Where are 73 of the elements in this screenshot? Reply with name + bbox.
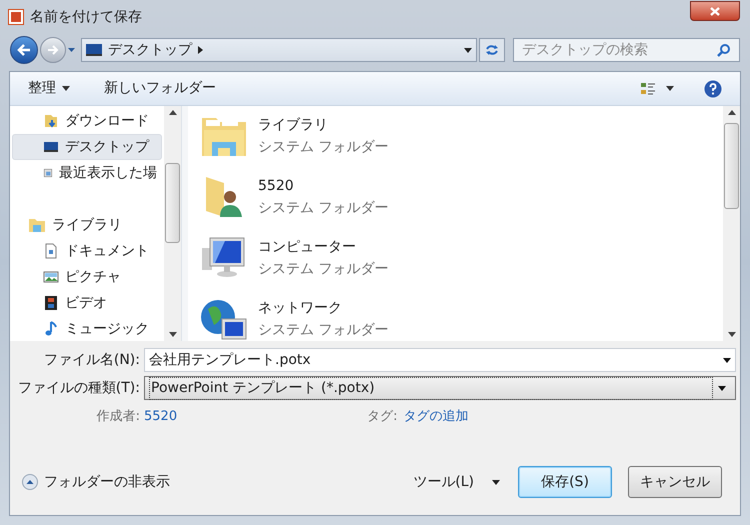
sidebar-item[interactable]: ピクチャ — [12, 264, 162, 290]
caret-icon — [492, 480, 500, 484]
filename-field[interactable]: 会社用テンプレート.potx — [144, 348, 736, 372]
back-button[interactable] — [10, 36, 38, 64]
scrollbar[interactable] — [723, 106, 740, 341]
filename-label: ファイル名(N): — [42, 350, 141, 370]
document-icon — [43, 243, 59, 259]
folder-item[interactable]: ライブラリ システム フォルダー — [200, 112, 723, 160]
scroll-down-icon — [168, 332, 176, 337]
window-title: 名前を付けて保存 — [30, 8, 142, 26]
view-options-button[interactable] — [640, 80, 674, 96]
refresh-button[interactable] — [479, 38, 505, 62]
breadcrumb-arrow-icon[interactable] — [198, 46, 203, 54]
folder-name: 5520 — [258, 177, 295, 196]
film-icon — [43, 295, 59, 311]
folder-type: システム フォルダー — [258, 138, 388, 157]
tag-label: タグ: — [367, 408, 398, 426]
folder-type: システム フォルダー — [258, 199, 388, 218]
sidebar-item[interactable]: ダウンロード — [12, 108, 162, 134]
library-icon — [28, 217, 46, 233]
close-button[interactable] — [690, 1, 740, 21]
sidebar-item[interactable]: ミュージック — [12, 316, 162, 341]
hide-folders-button[interactable]: フォルダーの非表示 — [22, 472, 170, 492]
caret-icon — [666, 86, 674, 91]
cancel-button[interactable]: キャンセル — [628, 466, 722, 498]
filetype-label: ファイルの種類(T): — [16, 378, 141, 398]
sidebar-item[interactable]: ドキュメント — [12, 238, 162, 264]
sidebar-item[interactable]: ビデオ — [12, 290, 162, 316]
folder-type: システム フォルダー — [258, 321, 388, 340]
forward-arrow-icon — [47, 45, 59, 55]
download-folder-icon — [43, 113, 59, 129]
caret-icon — [723, 358, 731, 362]
history-caret-icon[interactable] — [68, 48, 75, 52]
desktop-icon — [86, 44, 102, 56]
back-arrow-icon — [17, 44, 31, 56]
sidebar-item[interactable]: 最近表示した場 — [12, 160, 162, 186]
search-icon — [717, 43, 731, 57]
folder-name: コンピューター — [258, 238, 357, 257]
view-list-icon — [640, 80, 656, 96]
caret-icon — [718, 386, 726, 390]
tools-button[interactable]: ツール(L) — [413, 472, 500, 492]
author-value[interactable]: 5520 — [144, 407, 178, 427]
organize-button[interactable]: 整理 — [28, 78, 70, 99]
refresh-icon — [485, 43, 499, 57]
scroll-up-icon — [168, 110, 176, 115]
folder-name: ネットワーク — [258, 299, 343, 318]
caret-icon — [464, 48, 472, 52]
scroll-up-icon — [728, 110, 736, 115]
author-label: 作成者: — [96, 408, 141, 426]
add-tag-link[interactable]: タグの追加 — [403, 407, 468, 427]
folder-item[interactable]: コンピューター システム フォルダー — [200, 234, 723, 282]
scrollbar-thumb[interactable] — [724, 123, 739, 209]
save-button[interactable]: 保存(S) — [518, 466, 612, 498]
desktop-icon — [43, 139, 59, 155]
new-folder-button[interactable]: 新しいフォルダー — [104, 78, 216, 99]
folder-item[interactable]: 5520 システム フォルダー — [200, 173, 723, 221]
scroll-down-icon — [728, 332, 736, 337]
scrollbar-thumb[interactable] — [165, 163, 180, 243]
breadcrumb-item[interactable]: デスクトップ — [108, 40, 192, 60]
folder-name: ライブラリ — [258, 116, 329, 135]
collapse-icon — [22, 474, 38, 490]
address-bar[interactable]: デスクトップ — [81, 38, 477, 62]
folder-type: システム フォルダー — [258, 260, 388, 279]
folder-item[interactable]: ネットワーク システム フォルダー — [200, 295, 723, 343]
help-icon[interactable] — [704, 80, 722, 98]
picture-icon — [43, 269, 59, 285]
sidebar-item[interactable]: デスクトップ — [12, 134, 162, 160]
caret-icon — [62, 86, 70, 91]
music-note-icon — [43, 321, 59, 337]
sidebar-item[interactable]: ライブラリ — [10, 212, 164, 238]
close-icon — [710, 6, 720, 16]
scrollbar[interactable] — [164, 106, 181, 341]
filetype-dropdown[interactable]: PowerPoint テンプレート (*.potx) — [144, 376, 736, 400]
